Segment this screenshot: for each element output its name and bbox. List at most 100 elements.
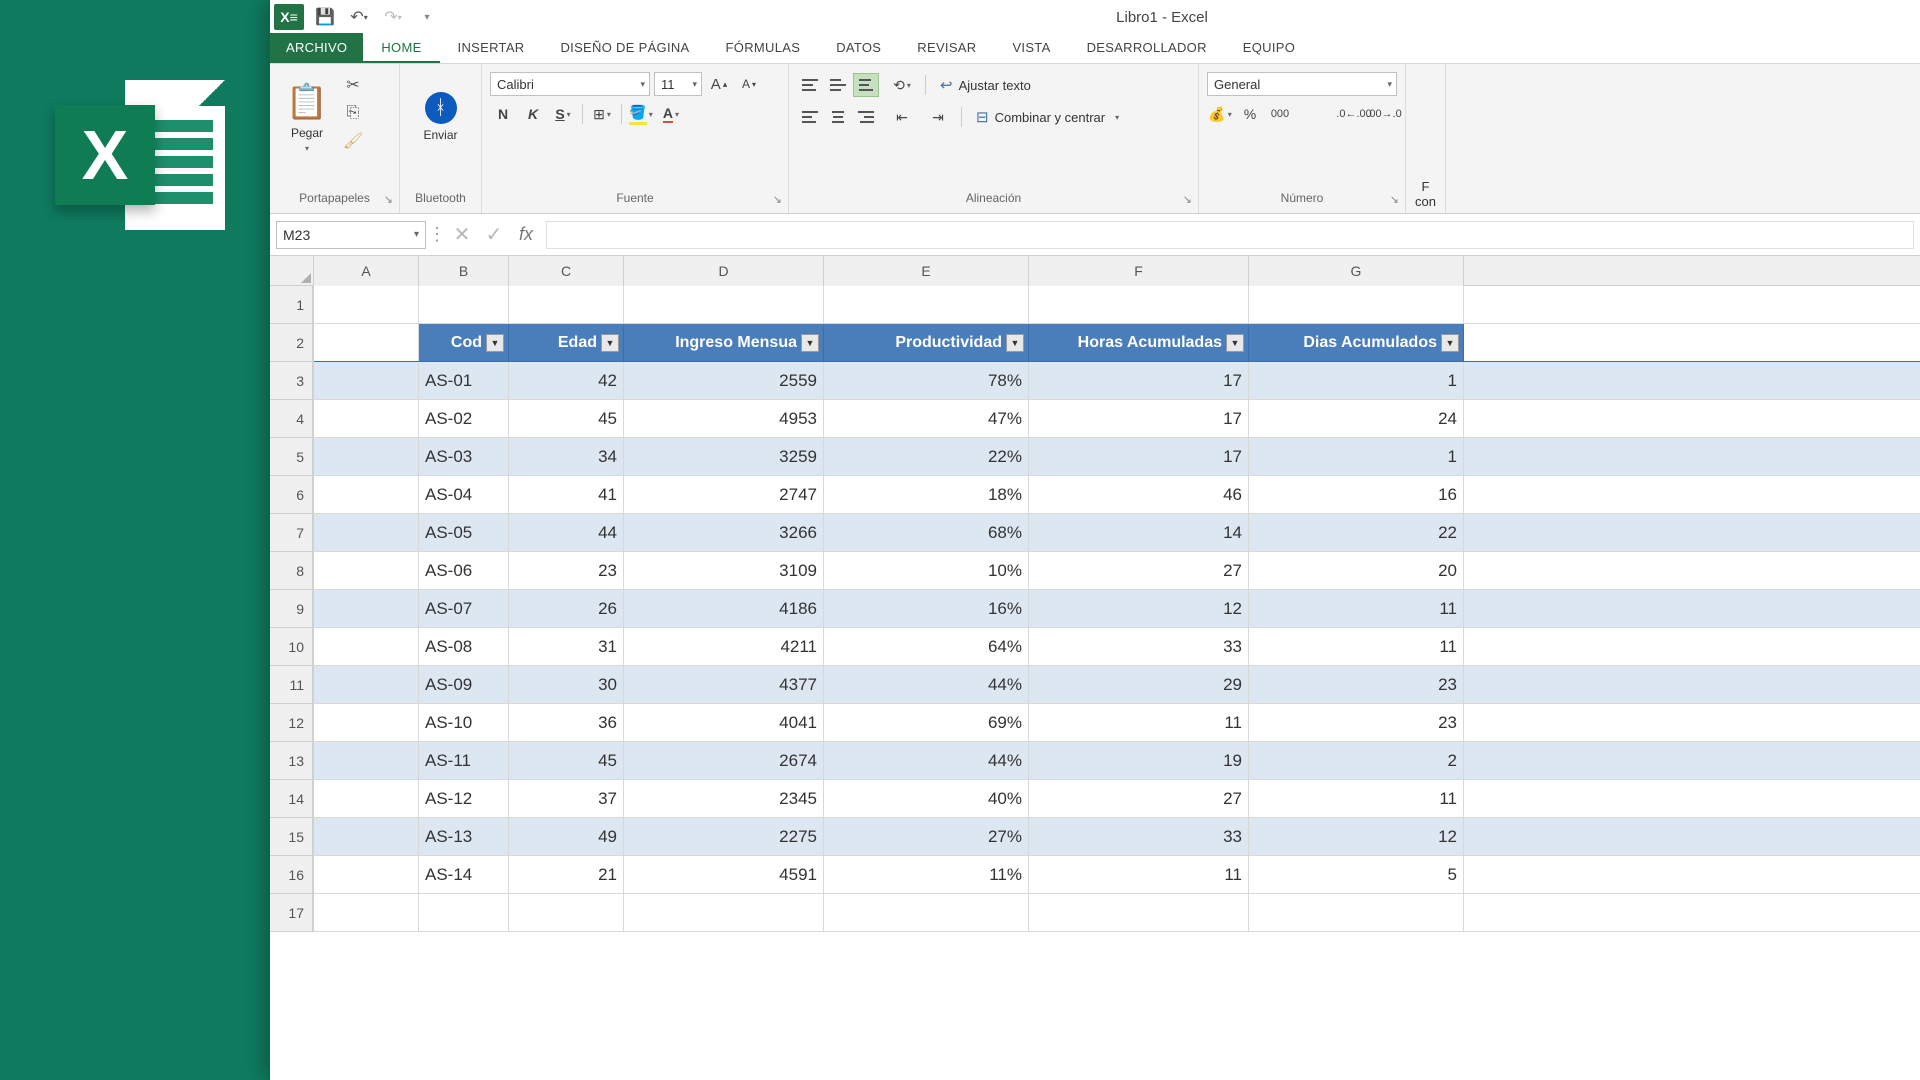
cell[interactable] <box>314 362 419 399</box>
filter-button[interactable]: ▼ <box>601 334 619 352</box>
row-header-13[interactable]: 13 <box>270 742 313 780</box>
table-cell[interactable]: 20 <box>1249 552 1464 589</box>
row-header-10[interactable]: 10 <box>270 628 313 666</box>
font-name-dropdown[interactable]: Calibri▾ <box>490 72 650 96</box>
column-header-G[interactable]: G <box>1249 256 1464 286</box>
table-cell[interactable]: 1 <box>1249 438 1464 475</box>
table-cell[interactable]: 47% <box>824 400 1029 437</box>
font-size-dropdown[interactable]: 11▾ <box>654 72 702 96</box>
table-cell[interactable]: 17 <box>1029 438 1249 475</box>
cell[interactable] <box>419 286 509 323</box>
orientation-button[interactable]: ⟲▾ <box>889 73 915 97</box>
table-cell[interactable]: 11 <box>1029 856 1249 893</box>
italic-button[interactable]: K <box>520 102 546 126</box>
row-header-5[interactable]: 5 <box>270 438 313 476</box>
table-cell[interactable]: 45 <box>509 742 624 779</box>
table-cell[interactable]: 24 <box>1249 400 1464 437</box>
tab-archivo[interactable]: ARCHIVO <box>270 33 363 63</box>
table-cell[interactable]: 11 <box>1249 590 1464 627</box>
table-cell[interactable]: 23 <box>1249 666 1464 703</box>
percent-format-button[interactable]: % <box>1237 102 1263 126</box>
cell[interactable] <box>314 666 419 703</box>
filter-button[interactable]: ▼ <box>1006 334 1024 352</box>
decrease-font-button[interactable]: A▾ <box>736 72 762 96</box>
row-header-17[interactable]: 17 <box>270 894 313 932</box>
cell[interactable] <box>314 780 419 817</box>
table-cell[interactable]: 17 <box>1029 400 1249 437</box>
row-header-14[interactable]: 14 <box>270 780 313 818</box>
name-box[interactable]: M23▾ <box>276 221 426 249</box>
table-cell[interactable]: 1 <box>1249 362 1464 399</box>
cell[interactable] <box>419 894 509 931</box>
cell[interactable] <box>314 400 419 437</box>
insert-function-button[interactable]: fx <box>512 224 540 245</box>
table-cell[interactable]: 4041 <box>624 704 824 741</box>
column-header-F[interactable]: F <box>1029 256 1249 286</box>
filter-button[interactable]: ▼ <box>486 334 504 352</box>
row-header-7[interactable]: 7 <box>270 514 313 552</box>
alignment-launcher-icon[interactable]: ↘ <box>1183 193 1192 206</box>
table-cell[interactable]: AS-09 <box>419 666 509 703</box>
table-cell[interactable]: 46 <box>1029 476 1249 513</box>
decrease-decimal-button[interactable]: .00→.0 <box>1371 102 1397 126</box>
table-cell[interactable]: AS-14 <box>419 856 509 893</box>
tab-home[interactable]: HOME <box>363 33 439 63</box>
table-header-productividad[interactable]: Productividad▼ <box>824 324 1029 361</box>
table-cell[interactable]: 21 <box>509 856 624 893</box>
table-cell[interactable]: 4377 <box>624 666 824 703</box>
tab-insertar[interactable]: INSERTAR <box>440 33 543 63</box>
table-cell[interactable]: 3109 <box>624 552 824 589</box>
table-header-ingreso-mensua[interactable]: Ingreso Mensua▼ <box>624 324 824 361</box>
increase-decimal-button[interactable]: .0←.00 <box>1341 102 1367 126</box>
copy-button[interactable]: ⎘ <box>342 102 364 124</box>
font-launcher-icon[interactable]: ↘ <box>773 193 782 206</box>
bluetooth-send-button[interactable]: ᚼ Enviar <box>412 72 470 162</box>
table-cell[interactable]: 36 <box>509 704 624 741</box>
row-header-3[interactable]: 3 <box>270 362 313 400</box>
bold-button[interactable]: N <box>490 102 516 126</box>
table-cell[interactable]: 78% <box>824 362 1029 399</box>
table-cell[interactable]: 26 <box>509 590 624 627</box>
tab-desarrollador[interactable]: DESARROLLADOR <box>1069 33 1225 63</box>
table-cell[interactable]: 16% <box>824 590 1029 627</box>
accounting-format-button[interactable]: 💰▾ <box>1207 102 1233 126</box>
column-header-C[interactable]: C <box>509 256 624 286</box>
increase-font-button[interactable]: A▴ <box>706 72 732 96</box>
column-header-B[interactable]: B <box>419 256 509 286</box>
cell[interactable] <box>314 590 419 627</box>
cell[interactable] <box>1029 286 1249 323</box>
table-cell[interactable]: AS-07 <box>419 590 509 627</box>
table-cell[interactable]: 29 <box>1029 666 1249 703</box>
table-cell[interactable]: 2 <box>1249 742 1464 779</box>
table-cell[interactable]: 2345 <box>624 780 824 817</box>
font-color-button[interactable]: A▾ <box>658 102 684 126</box>
table-cell[interactable]: 44% <box>824 666 1029 703</box>
tab-formulas[interactable]: FÓRMULAS <box>708 33 819 63</box>
table-cell[interactable]: AS-02 <box>419 400 509 437</box>
cell[interactable] <box>314 628 419 665</box>
format-painter-button[interactable]: 🖌 <box>342 130 364 152</box>
redo-button[interactable]: ↷ ▾ <box>376 2 410 32</box>
table-cell[interactable]: 12 <box>1029 590 1249 627</box>
table-cell[interactable]: 69% <box>824 704 1029 741</box>
table-cell[interactable]: AS-12 <box>419 780 509 817</box>
excel-app-icon[interactable]: X≡ <box>274 4 304 30</box>
align-left-button[interactable] <box>797 105 823 129</box>
table-cell[interactable]: 30 <box>509 666 624 703</box>
table-cell[interactable]: 4211 <box>624 628 824 665</box>
align-top-button[interactable] <box>797 73 823 97</box>
table-cell[interactable]: 5 <box>1249 856 1464 893</box>
row-header-16[interactable]: 16 <box>270 856 313 894</box>
align-middle-button[interactable] <box>825 73 851 97</box>
table-cell[interactable]: AS-13 <box>419 818 509 855</box>
table-cell[interactable]: 11 <box>1029 704 1249 741</box>
cut-button[interactable]: ✂ <box>342 74 364 96</box>
comma-format-button[interactable]: 000 <box>1267 102 1293 126</box>
row-header-11[interactable]: 11 <box>270 666 313 704</box>
formula-bar[interactable] <box>546 221 1914 249</box>
row-header-12[interactable]: 12 <box>270 704 313 742</box>
cell[interactable] <box>509 894 624 931</box>
align-bottom-button[interactable] <box>853 73 879 97</box>
cell[interactable] <box>314 704 419 741</box>
filter-button[interactable]: ▼ <box>801 334 819 352</box>
